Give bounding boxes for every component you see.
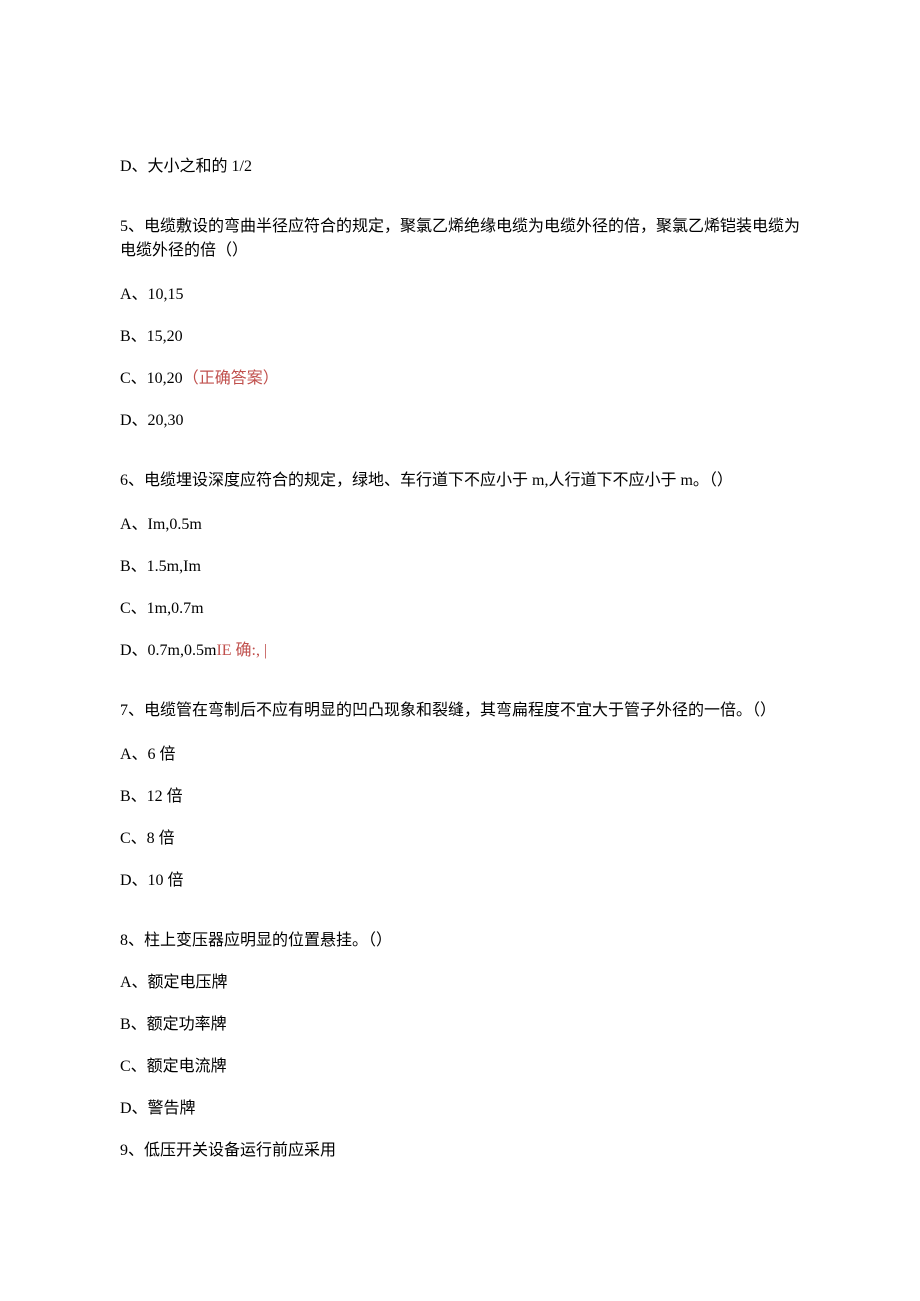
q8-stem: 8、柱上变压器应明显的位置悬挂。（） xyxy=(120,929,800,953)
q5-option-a: A、10,15 xyxy=(120,283,800,307)
q7-option-b: B、12 倍 xyxy=(120,785,800,809)
q5-option-c-text: C、10,20 xyxy=(120,370,183,387)
q5-correct-answer-label: （正确答案） xyxy=(183,370,279,387)
q5-option-d: D、20,30 xyxy=(120,409,800,433)
q7-option-a: A、6 倍 xyxy=(120,743,800,767)
q6-option-d: D、0.7m,0.5mIE 确:, | xyxy=(120,639,800,663)
q8-option-d: D、警告牌 xyxy=(120,1097,800,1121)
question-8: 8、柱上变压器应明显的位置悬挂。（） A、额定电压牌 B、额定功率牌 C、额定电… xyxy=(120,929,800,1163)
q5-option-b: B、15,20 xyxy=(120,325,800,349)
page-container: D、大小之和的 1/2 5、电缆敷设的弯曲半径应符合的规定，聚氯乙烯绝缘电缆为电… xyxy=(0,0,920,1301)
q6-correct-hint: IE 确:, | xyxy=(216,642,267,659)
question-7: 7、电缆管在弯制后不应有明显的凹凸现象和裂缝，其弯扁程度不宜大于管子外径的一倍。… xyxy=(120,699,800,893)
q6-stem: 6、电缆埋设深度应符合的规定，绿地、车行道下不应小于 m,人行道下不应小于 m。… xyxy=(120,469,800,493)
q6-option-d-text: D、0.7m,0.5m xyxy=(120,642,216,659)
q7-stem: 7、电缆管在弯制后不应有明显的凹凸现象和裂缝，其弯扁程度不宜大于管子外径的一倍。… xyxy=(120,699,800,723)
question-6: 6、电缆埋设深度应符合的规定，绿地、车行道下不应小于 m,人行道下不应小于 m。… xyxy=(120,469,800,663)
q7-option-d: D、10 倍 xyxy=(120,869,800,893)
q5-option-c: C、10,20（正确答案） xyxy=(120,367,800,391)
q8-option-a: A、额定电压牌 xyxy=(120,971,800,995)
q5-stem: 5、电缆敷设的弯曲半径应符合的规定，聚氯乙烯绝缘电缆为电缆外径的倍，聚氯乙烯铠装… xyxy=(120,215,800,263)
q8-option-c: C、额定电流牌 xyxy=(120,1055,800,1079)
question-5: 5、电缆敷设的弯曲半径应符合的规定，聚氯乙烯绝缘电缆为电缆外径的倍，聚氯乙烯铠装… xyxy=(120,215,800,433)
q6-option-c: C、1m,0.7m xyxy=(120,597,800,621)
q8-option-b: B、额定功率牌 xyxy=(120,1013,800,1037)
q4-option-d: D、大小之和的 1/2 xyxy=(120,155,800,179)
q6-option-b: B、1.5m,Im xyxy=(120,555,800,579)
q6-option-a: A、Im,0.5m xyxy=(120,513,800,537)
question-4-fragment: D、大小之和的 1/2 xyxy=(120,155,800,179)
q7-option-c: C、8 倍 xyxy=(120,827,800,851)
q9-stem: 9、低压开关设备运行前应采用 xyxy=(120,1139,800,1163)
